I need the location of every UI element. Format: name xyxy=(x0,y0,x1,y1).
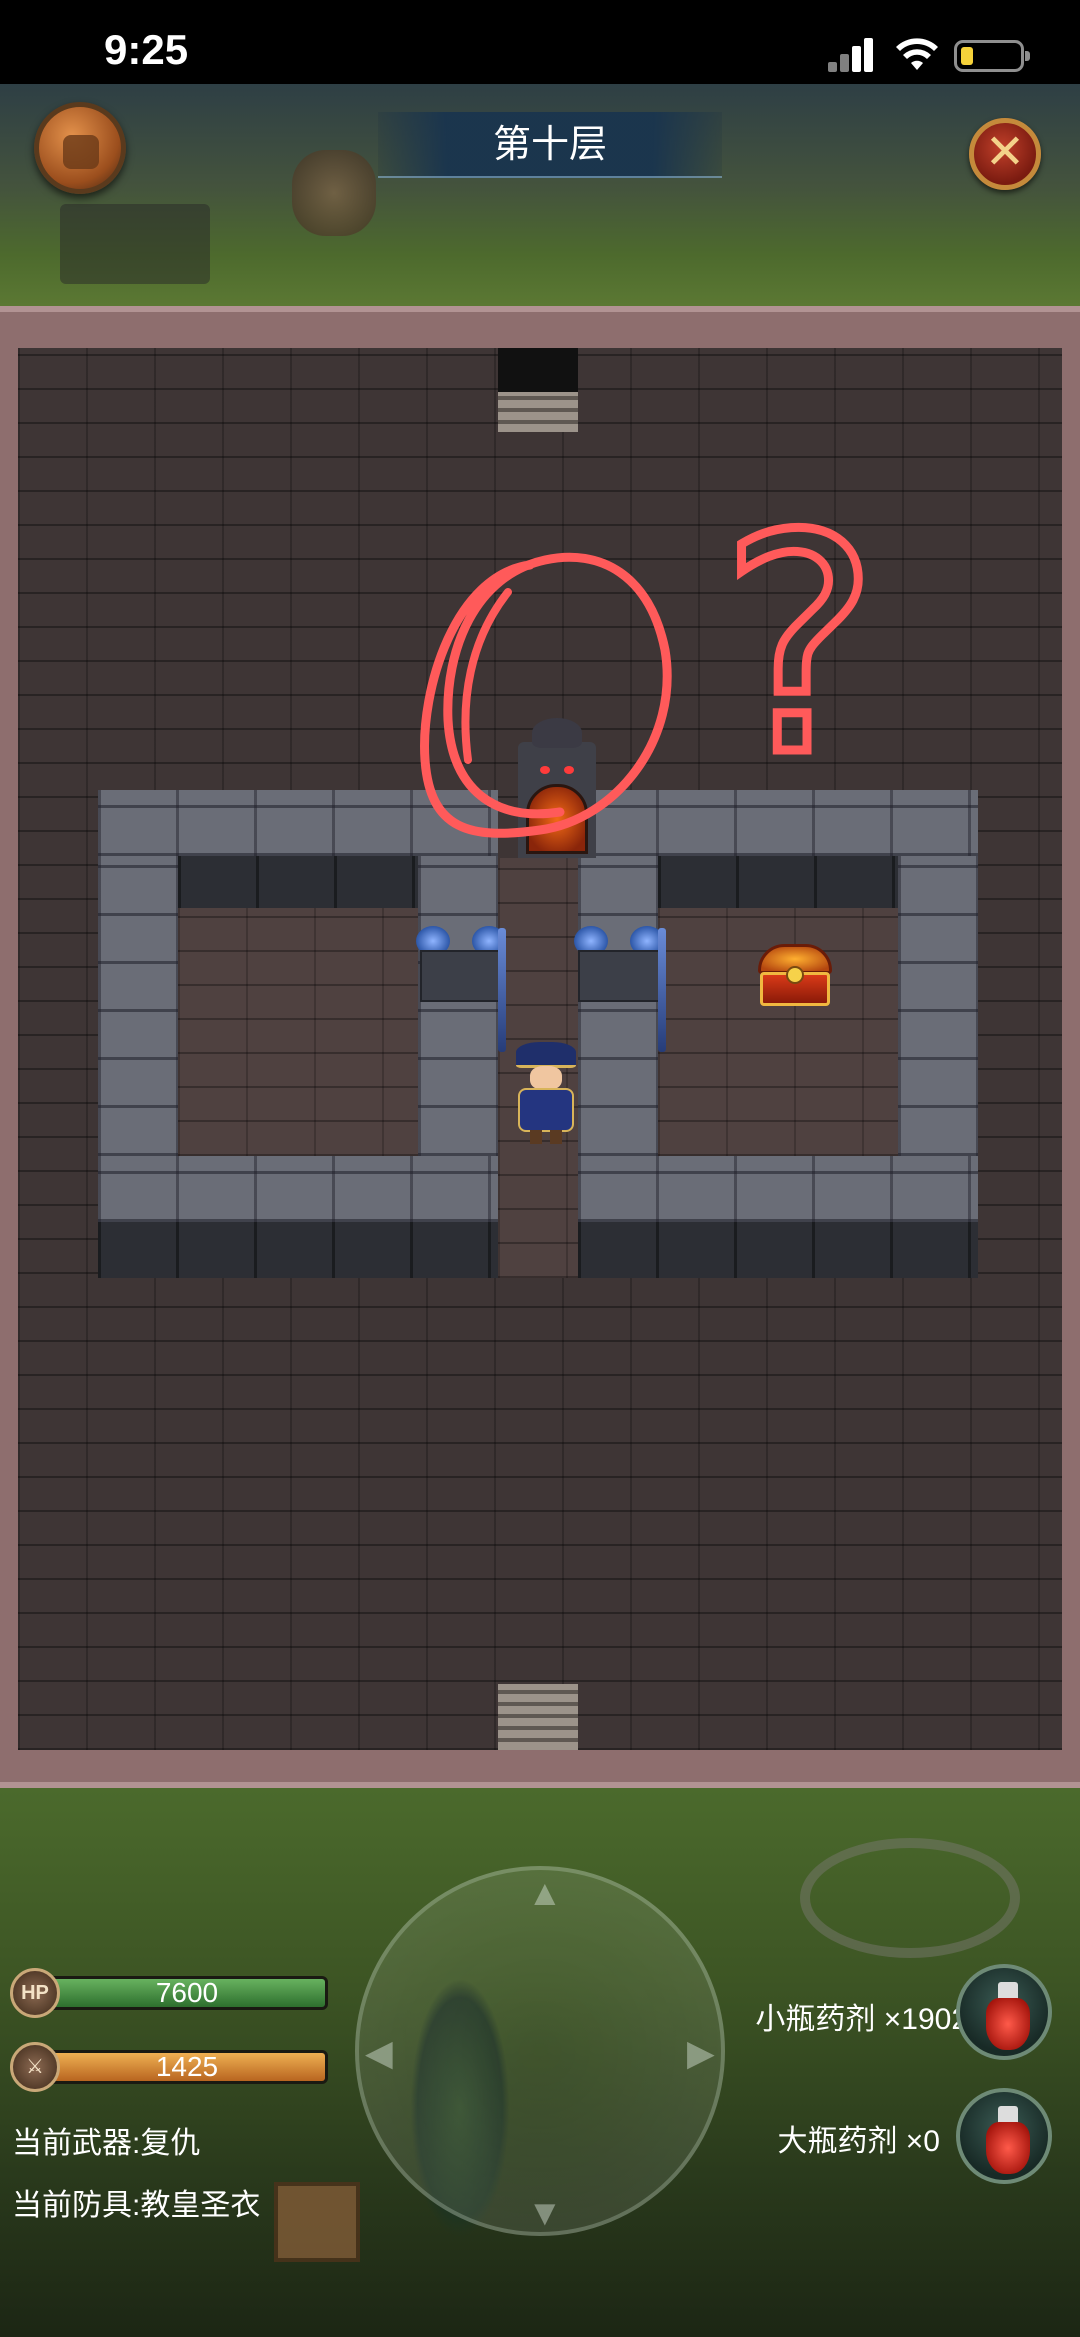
hero-character xyxy=(506,1042,586,1144)
stairs-up-opening xyxy=(498,348,578,398)
scenery-crate xyxy=(274,2182,360,2262)
attack-bar: ⚔ 1425 xyxy=(10,2042,328,2092)
guardian-sword-right xyxy=(658,928,666,1052)
guardian-sword-left xyxy=(498,928,506,1052)
joystick-left-arrow-icon: ◀ xyxy=(365,2032,393,2073)
status-bar: 9:25 xyxy=(0,0,1080,84)
stairs-down[interactable] xyxy=(498,1684,578,1750)
scenery-hut xyxy=(60,204,210,284)
large-potion-label: 大瓶药剂 ×0 xyxy=(777,2125,940,2158)
treasure-chest[interactable] xyxy=(758,944,832,1008)
battery-icon xyxy=(954,40,1030,72)
scenery-rock-circle xyxy=(800,1838,1020,1958)
wall-bottom-left xyxy=(98,1156,498,1222)
joystick-down-arrow-icon: ▼ xyxy=(527,2192,563,2233)
hp-value: 7600 xyxy=(155,1977,219,2008)
wall-left xyxy=(98,856,178,1156)
wall-shadow-top-right xyxy=(658,856,898,908)
map-frame xyxy=(0,306,1080,1788)
room-left-floor xyxy=(178,908,418,1156)
wall-right xyxy=(898,856,978,1156)
wall-top-left xyxy=(98,790,498,856)
guardian-statue-right xyxy=(574,926,670,1006)
wall-center-left xyxy=(418,856,498,1156)
scenery-barrel xyxy=(292,150,376,236)
current-weapon: 当前武器:复仇 xyxy=(12,2127,201,2160)
joystick-up-arrow-icon: ▲ xyxy=(527,1872,563,1913)
close-x-icon: ✕ xyxy=(984,126,1026,179)
floor-title: 第十层 xyxy=(492,124,607,166)
large-potion-button[interactable] xyxy=(956,2088,1052,2184)
floor-banner: 第十层 xyxy=(378,112,722,178)
close-button[interactable]: ✕ xyxy=(969,118,1041,190)
hp-bar: HP 7600 xyxy=(10,1968,328,2018)
map-floor xyxy=(18,348,1062,1750)
wall-shadow-bottom-right xyxy=(578,1222,978,1278)
wall-shadow-bottom-left xyxy=(98,1222,498,1278)
wall-top-right xyxy=(578,790,978,856)
small-potion-label: 小瓶药剂 ×1902 xyxy=(755,2003,968,2036)
wifi-icon xyxy=(896,38,938,70)
wall-bottom-right xyxy=(578,1156,978,1222)
joystick-right-arrow-icon: ▶ xyxy=(687,2032,715,2073)
wall-center-right xyxy=(578,856,658,1156)
virtual-joystick[interactable]: ▲ ▼ ◀ ▶ xyxy=(355,1866,725,2236)
attack-value: 1425 xyxy=(155,2051,219,2082)
small-potion-button[interactable] xyxy=(956,1964,1052,2060)
backpack-button[interactable] xyxy=(34,102,126,194)
cellular-signal-icon xyxy=(828,36,876,72)
current-armor: 当前防具:教皇圣衣 xyxy=(12,2189,261,2222)
wall-shadow-top-left xyxy=(178,856,418,908)
demon-door[interactable] xyxy=(518,718,596,858)
status-time: 9:25 xyxy=(104,26,189,73)
stairs-up[interactable] xyxy=(498,392,578,432)
top-scenery: 第十层 ✕ xyxy=(0,84,1080,312)
